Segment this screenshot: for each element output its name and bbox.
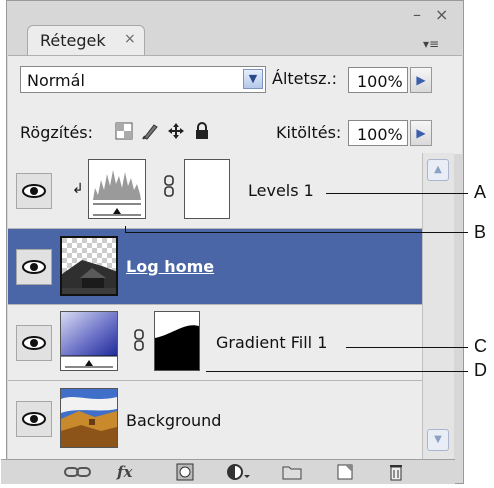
fx-icon[interactable]: fx <box>117 463 132 481</box>
layer-mask-thumbnail[interactable] <box>184 159 230 219</box>
mask-link-icon[interactable] <box>134 329 144 351</box>
minimize-button[interactable]: – <box>413 7 421 23</box>
scroll-up-button[interactable]: ▲ <box>427 159 449 181</box>
blend-mode-value: Normál <box>27 71 85 90</box>
layer-row-levels-1[interactable]: ↲ Levels 1 <box>8 153 422 229</box>
fill-label: Kitöltés: <box>276 123 342 142</box>
link-layers-icon[interactable] <box>63 463 93 481</box>
fill-value: 100% <box>357 125 403 144</box>
layer-row-gradient-fill-1[interactable]: Gradient Fill 1 <box>8 305 422 381</box>
chevron-down-icon[interactable]: ▼ <box>243 69 263 89</box>
scroll-down-button[interactable]: ▼ <box>427 429 449 451</box>
eye-icon <box>22 336 46 350</box>
gradient-fill-icon[interactable] <box>60 311 118 371</box>
visibility-toggle[interactable] <box>16 249 52 285</box>
visibility-toggle[interactable] <box>16 325 52 361</box>
callout-label-d: D <box>474 360 487 380</box>
new-group-icon[interactable] <box>281 463 303 481</box>
clipping-arrow-icon: ↲ <box>72 181 84 197</box>
fill-input[interactable]: 100% <box>348 120 408 146</box>
layers-scrollbar[interactable]: ▲ ▼ <box>422 153 454 459</box>
blend-mode-select[interactable]: Normál ▼ <box>20 66 266 93</box>
layer-options-area: Normál ▼ Áltetsz.: 100% ▶ Rögzítés: Kitö… <box>8 55 462 154</box>
opacity-value: 100% <box>357 72 403 91</box>
add-mask-icon[interactable] <box>175 463 195 481</box>
visibility-toggle[interactable] <box>16 401 52 437</box>
callout-line-d <box>206 371 468 372</box>
layers-bottom-toolbar: fx <box>1 459 455 484</box>
callout-label-b: B <box>474 222 487 242</box>
eye-icon <box>22 184 46 198</box>
opacity-label: Áltetsz.: <box>272 69 337 88</box>
eye-icon <box>22 260 46 274</box>
layer-row-background[interactable]: Background <box>8 381 422 459</box>
lock-position-icon[interactable] <box>167 122 185 140</box>
tab-layers-label: Rétegek <box>40 31 106 50</box>
panel-menu-button[interactable]: ▾≡ <box>423 37 459 55</box>
callout-label-c: C <box>474 336 487 356</box>
visibility-toggle[interactable] <box>16 173 52 209</box>
layer-row-log-home[interactable]: Log home <box>8 229 422 305</box>
opacity-slider-button[interactable]: ▶ <box>410 67 432 93</box>
layer-mask-thumbnail[interactable] <box>154 311 200 371</box>
trash-icon[interactable] <box>387 463 405 481</box>
callout-line-b <box>125 232 468 233</box>
layer-name[interactable]: Levels 1 <box>248 181 314 200</box>
close-panel-button[interactable]: × <box>435 7 448 23</box>
new-layer-icon[interactable] <box>335 463 355 481</box>
opacity-input[interactable]: 100% <box>348 67 408 93</box>
lock-label: Rögzítés: <box>20 123 94 142</box>
callout-line-c <box>346 347 468 348</box>
background-landscape-photo[interactable] <box>60 388 118 448</box>
lock-all-icon[interactable] <box>193 122 211 140</box>
tab-layers[interactable]: Rétegek × <box>27 25 145 55</box>
layer-name[interactable]: Log home <box>126 257 214 276</box>
adjustment-layer-icon[interactable] <box>225 463 251 481</box>
layer-name[interactable]: Gradient Fill 1 <box>216 333 327 352</box>
lock-transparent-pixels-icon[interactable] <box>115 122 133 140</box>
levels-adjustment-icon[interactable] <box>88 159 146 219</box>
tab-close-icon[interactable]: × <box>124 31 136 47</box>
log-home-photo[interactable] <box>60 236 118 296</box>
layer-name[interactable]: Background <box>126 411 221 430</box>
mask-link-icon[interactable] <box>164 175 174 197</box>
eye-icon <box>22 412 46 426</box>
callout-tick-b <box>125 226 126 233</box>
lock-image-pixels-icon[interactable] <box>141 122 159 140</box>
fill-slider-button[interactable]: ▶ <box>410 120 432 146</box>
callout-label-a: A <box>474 182 487 202</box>
layers-list: ↲ Levels 1 Log home Gradient Fill 1 Back… <box>8 153 422 459</box>
callout-line-a <box>326 193 468 194</box>
